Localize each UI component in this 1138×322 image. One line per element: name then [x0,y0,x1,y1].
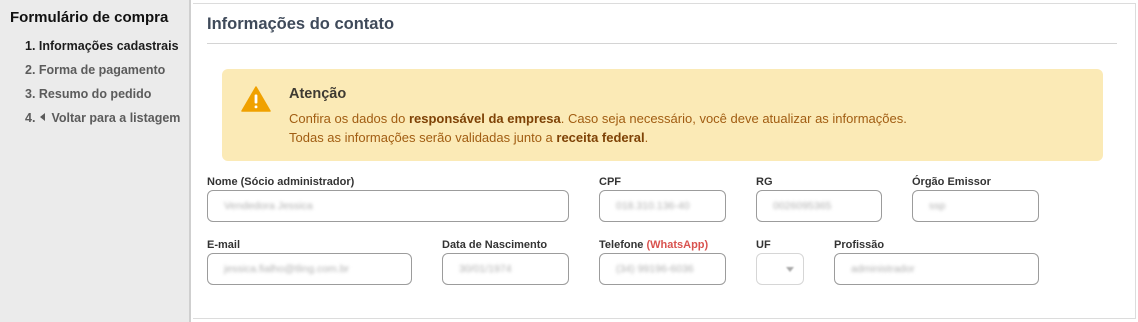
cpf-label: CPF [599,176,621,188]
page-title: Informações do contato [207,15,395,33]
telefone-value: (34) 99196-6036 [616,263,694,275]
alert-emphasis: receita federal [556,130,645,145]
sidebar-title: Formulário de compra [10,9,169,26]
data-nascimento-field[interactable]: 30/01/1974 [442,253,569,285]
orgao-emissor-value: ssp [929,200,946,212]
alert-heading: Atenção [289,86,347,102]
alert-text: Todas as informações serão validadas jun… [289,130,557,145]
alert-line-1: Confira os dados do responsável da empre… [289,111,907,126]
main-panel: Informações do contato Atenção Confira o… [193,3,1136,319]
email-field[interactable]: jessica.fialho@tling.com.br [207,253,412,285]
alert-text: . Caso seja necessário, você deve atuali… [560,111,907,126]
sidebar-item-forma-de-pagamento[interactable]: 2. Forma de pagamento [25,63,165,77]
email-value: jessica.fialho@tling.com.br [224,263,350,275]
cpf-field[interactable]: 018.310.136-40 [599,190,726,222]
rg-field[interactable]: 0026095365 [756,190,882,222]
warning-icon [241,86,271,112]
rg-value: 0026095365 [773,200,832,212]
telefone-label-text: Telefone [599,239,644,251]
nome-label: Nome (Sócio administrador) [207,176,355,188]
alert-text: Confira os dados do [289,111,409,126]
sidebar-item-voltar-para-listagem[interactable]: 4. Voltar para a listagem [25,111,180,125]
data-nascimento-value: 30/01/1974 [459,263,512,275]
uf-label: UF [756,239,771,251]
profissao-field[interactable]: administrador [834,253,1039,285]
alert-line-2: Todas as informações serão validadas jun… [289,130,648,145]
whatsapp-label: (WhatsApp) [646,239,709,251]
cpf-value: 018.310.136-40 [616,200,690,212]
sidebar-item-label: Voltar para a listagem [51,111,181,125]
email-label: E-mail [207,239,241,251]
telefone-field[interactable]: (34) 99196-6036 [599,253,726,285]
uf-select[interactable] [756,253,804,285]
alert-text: . [644,130,649,145]
nome-field[interactable]: Vendedora Jessica [207,190,569,222]
data-nascimento-label: Data de Nascimento [442,239,548,251]
profissao-value: administrador [851,263,915,275]
orgao-emissor-label: Órgão Emissor [912,176,991,188]
sidebar-item-informacoes-cadastrais[interactable]: 1. Informações cadastrais [25,39,179,53]
sidebar-item-resumo-do-pedido[interactable]: 3. Resumo do pedido [25,87,151,101]
sidebar-item-number: 4. [25,111,36,125]
divider [207,43,1117,44]
orgao-emissor-field[interactable]: ssp [912,190,1039,222]
sidebar: Formulário de compra 1. Informações cada… [0,0,191,322]
chevron-down-icon [786,267,794,272]
telefone-label: Telefone (WhatsApp) [599,239,708,251]
profissao-label: Profissão [834,239,885,251]
caret-left-icon [40,113,46,121]
nome-value: Vendedora Jessica [224,200,313,212]
rg-label: RG [756,176,773,188]
alert-emphasis: responsável da empresa [408,111,561,126]
alert-box: Atenção Confira os dados do responsável … [222,69,1103,161]
